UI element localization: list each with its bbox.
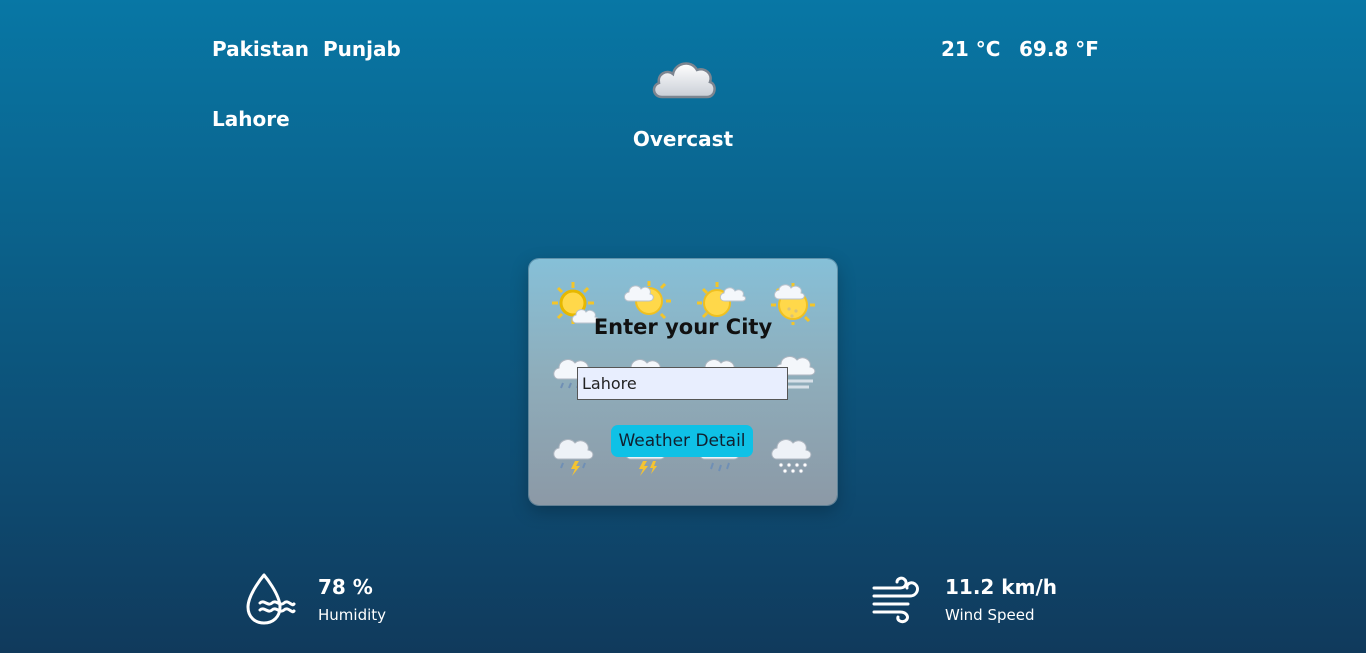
wind-speed-label: Wind Speed — [945, 606, 1035, 624]
temperature-fahrenheit: 69.8 °F — [1019, 37, 1099, 61]
province-label: Punjab — [323, 37, 401, 61]
snow-cloud-icon — [771, 439, 812, 474]
wind-icon — [872, 576, 919, 624]
city-label: Lahore — [212, 107, 290, 131]
city-input[interactable] — [577, 367, 788, 400]
city-search-card: Enter your City Weather Detail — [529, 259, 837, 505]
humidity-value: 78 % — [318, 575, 373, 599]
humidity-icon — [246, 573, 296, 625]
wind-speed-value: 11.2 km/h — [945, 575, 1057, 599]
weather-condition: Overcast — [632, 127, 734, 151]
weather-detail-button[interactable]: Weather Detail — [611, 425, 753, 457]
temperature-celsius: 21 °C — [941, 37, 1001, 61]
thunder-cloud-icon — [553, 439, 594, 476]
humidity-label: Humidity — [318, 606, 387, 624]
cloud-icon — [652, 62, 716, 99]
search-title: Enter your City — [593, 315, 773, 339]
country-label: Pakistan — [212, 37, 309, 61]
